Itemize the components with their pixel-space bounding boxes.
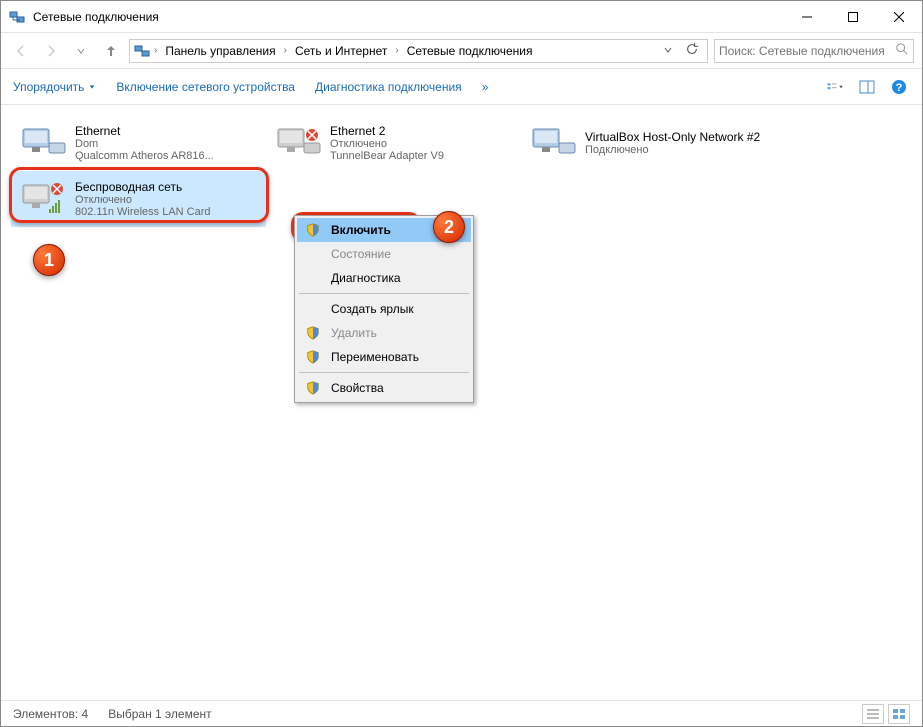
- diagnose-connection-button[interactable]: Диагностика подключения: [315, 80, 462, 94]
- context-properties[interactable]: Свойства: [297, 376, 471, 400]
- search-icon: [895, 42, 909, 59]
- up-button[interactable]: [99, 39, 123, 63]
- status-selected: Выбран 1 элемент: [108, 707, 211, 721]
- context-label: Состояние: [331, 247, 391, 261]
- command-bar: Упорядочить Включение сетевого устройств…: [1, 69, 922, 105]
- context-label: Включить: [331, 223, 391, 237]
- connection-status: Отключено: [330, 138, 444, 150]
- organize-label: Упорядочить: [13, 80, 84, 94]
- chevron-down-icon: [88, 83, 96, 91]
- history-dropdown-button[interactable]: [69, 39, 93, 63]
- context-create-shortcut[interactable]: Создать ярлык: [297, 297, 471, 321]
- connection-name: VirtualBox Host-Only Network #2: [585, 130, 760, 144]
- titlebar: Сетевые подключения: [1, 1, 922, 33]
- close-button[interactable]: [876, 2, 922, 32]
- separator: [299, 372, 469, 373]
- context-label: Переименовать: [331, 350, 419, 364]
- preview-pane-button[interactable]: [856, 76, 878, 98]
- connection-status: Подключено: [585, 144, 760, 156]
- breadcrumb-item[interactable]: Сетевые подключения: [403, 44, 537, 58]
- refresh-button[interactable]: [681, 42, 703, 59]
- chevron-down-icon: [838, 83, 844, 91]
- network-connections-icon: [134, 43, 150, 59]
- back-button[interactable]: [9, 39, 33, 63]
- context-label: Диагностика: [331, 271, 401, 285]
- maximize-button[interactable]: [830, 2, 876, 32]
- window-frame: Сетевые подключения: [0, 0, 923, 727]
- connection-device: TunnelBear Adapter V9: [330, 150, 444, 162]
- network-connections-icon: [9, 9, 25, 25]
- context-delete: Удалить: [297, 321, 471, 345]
- chevron-right-icon[interactable]: ›: [154, 45, 157, 56]
- breadcrumb-item[interactable]: Панель управления: [161, 44, 279, 58]
- statusbar: Элементов: 4 Выбран 1 элемент: [1, 700, 922, 726]
- address-dropdown-button[interactable]: [659, 44, 677, 58]
- svg-text:?: ?: [896, 82, 903, 94]
- shield-icon: [305, 349, 321, 365]
- status-count: Элементов: 4: [13, 707, 88, 721]
- navigation-bar: › Панель управления › Сеть и Интернет › …: [1, 33, 922, 69]
- forward-button[interactable]: [39, 39, 63, 63]
- enable-device-button[interactable]: Включение сетевого устройства: [116, 80, 295, 94]
- breadcrumb-item[interactable]: Сеть и Интернет: [291, 44, 391, 58]
- chevron-right-icon[interactable]: ›: [284, 45, 287, 56]
- window-title: Сетевые подключения: [33, 10, 784, 24]
- connections-list: Ethernet Dom Qualcomm Atheros AR816... E…: [11, 115, 912, 227]
- connection-wireless[interactable]: Беспроводная сеть Отключено 802.11n Wire…: [11, 171, 266, 227]
- connection-name: Ethernet 2: [330, 124, 444, 138]
- connection-icon: [19, 123, 67, 163]
- connection-name: Беспроводная сеть: [75, 180, 211, 194]
- connection-device: 802.11n Wireless LAN Card: [75, 206, 211, 218]
- search-box[interactable]: [714, 39, 914, 63]
- shield-icon: [305, 222, 321, 238]
- connection-ethernet2[interactable]: Ethernet 2 Отключено TunnelBear Adapter …: [266, 115, 521, 171]
- context-label: Удалить: [331, 326, 377, 340]
- connection-icon: [274, 123, 322, 163]
- connection-device: Qualcomm Atheros AR816...: [75, 150, 214, 162]
- address-bar[interactable]: › Панель управления › Сеть и Интернет › …: [129, 39, 708, 63]
- context-rename[interactable]: Переименовать: [297, 345, 471, 369]
- annotation-badge-2: 2: [433, 211, 465, 243]
- content-area: Ethernet Dom Qualcomm Atheros AR816... E…: [1, 105, 922, 700]
- toolbar-overflow-button[interactable]: »: [482, 80, 489, 94]
- annotation-badge-1: 1: [33, 244, 65, 276]
- separator: [299, 293, 469, 294]
- shield-icon: [305, 325, 321, 341]
- connection-name: Ethernet: [75, 124, 214, 138]
- shield-icon: [305, 380, 321, 396]
- connection-ethernet[interactable]: Ethernet Dom Qualcomm Atheros AR816...: [11, 115, 266, 171]
- context-label: Создать ярлык: [331, 302, 414, 316]
- context-label: Свойства: [331, 381, 384, 395]
- window-controls: [784, 2, 922, 32]
- context-menu: Включить Состояние Диагностика Создать я…: [294, 215, 474, 403]
- connection-icon: [19, 179, 67, 219]
- organize-menu[interactable]: Упорядочить: [13, 80, 96, 94]
- search-input[interactable]: [719, 44, 895, 58]
- context-status: Состояние: [297, 242, 471, 266]
- help-button[interactable]: ?: [888, 76, 910, 98]
- minimize-button[interactable]: [784, 2, 830, 32]
- connection-virtualbox[interactable]: VirtualBox Host-Only Network #2 Подключе…: [521, 115, 776, 171]
- large-icons-view-button[interactable]: [888, 704, 910, 724]
- chevron-right-icon[interactable]: ›: [395, 45, 398, 56]
- context-diagnose[interactable]: Диагностика: [297, 266, 471, 290]
- view-options-button[interactable]: [824, 76, 846, 98]
- details-view-button[interactable]: [862, 704, 884, 724]
- connection-icon: [529, 123, 577, 163]
- connection-status: Отключено: [75, 194, 211, 206]
- connection-status: Dom: [75, 138, 214, 150]
